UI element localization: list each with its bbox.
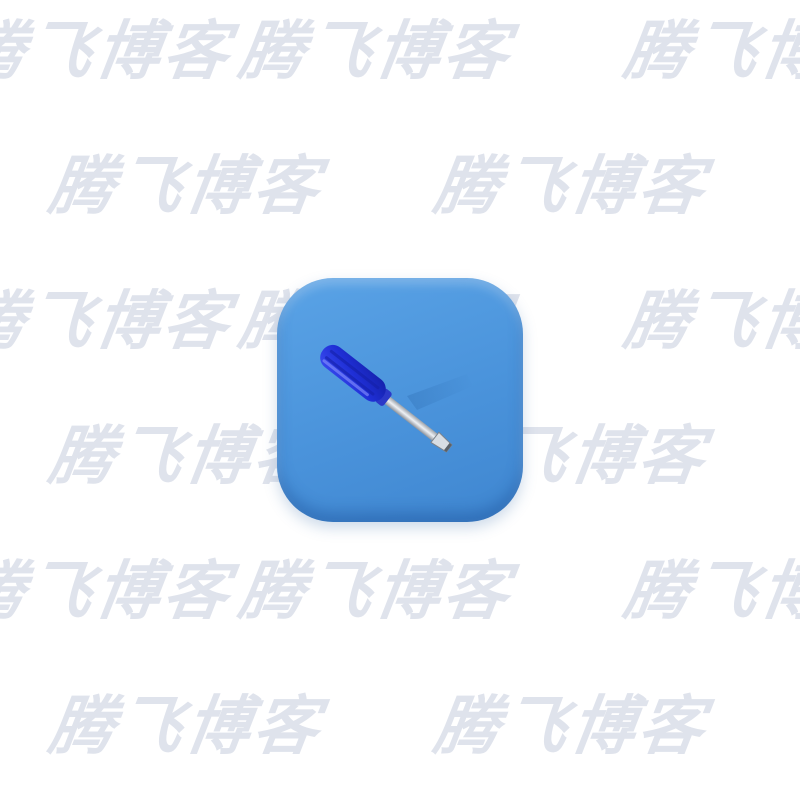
canvas: 腾飞博客 腾飞博客 腾飞博客 腾飞博客 腾飞博客 腾飞博客 腾飞博客 腾飞博客 … xyxy=(0,0,800,800)
watermark-text: 腾飞博客 xyxy=(429,150,713,224)
watermark-text: 腾飞博客 xyxy=(44,690,328,764)
watermark-text: 腾飞博客 xyxy=(0,555,238,629)
app-icon-tile[interactable] xyxy=(277,278,523,522)
watermark-text: 腾飞博客 xyxy=(619,555,800,629)
watermark-text: 腾飞博客 xyxy=(234,15,518,89)
watermark-text: 腾飞博客 xyxy=(619,15,800,89)
watermark-text: 腾飞博客 xyxy=(429,690,713,764)
screwdriver-icon xyxy=(320,344,473,453)
watermark-text: 腾飞博客 xyxy=(44,150,328,224)
watermark-text: 腾飞博客 xyxy=(234,555,518,629)
watermark-text: 腾飞博客 xyxy=(0,285,238,359)
watermark-text: 腾飞博客 xyxy=(619,285,800,359)
watermark-text: 腾飞博客 xyxy=(0,15,238,89)
